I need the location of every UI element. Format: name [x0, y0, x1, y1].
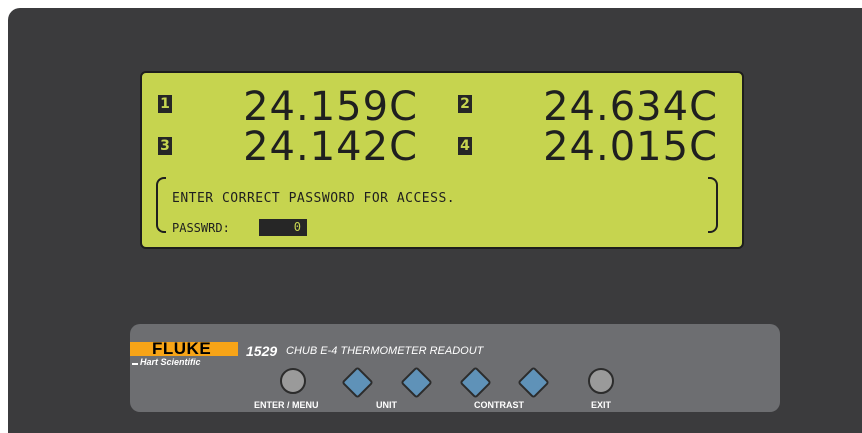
contrast-down-button[interactable]	[459, 366, 492, 399]
channel-2-reading: 24.634C	[543, 84, 718, 130]
enter-menu-button[interactable]	[280, 368, 306, 394]
channel-4-reading: 24.015C	[543, 124, 718, 170]
control-panel: FLUKE Hart Scientific 1529 CHUB E-4 THER…	[130, 324, 780, 412]
contrast-label: CONTRAST	[474, 400, 524, 410]
channel-3-reading: 24.142C	[243, 124, 418, 170]
unit-down-button[interactable]	[341, 366, 374, 399]
password-field[interactable]: 0	[259, 219, 307, 236]
status-message: ENTER CORRECT PASSWORD FOR ACCESS.	[172, 191, 456, 206]
unit-label: UNIT	[376, 400, 397, 410]
enter-menu-label: ENTER / MENU	[254, 400, 319, 410]
sub-brand-logo: Hart Scientific	[140, 357, 201, 367]
password-label: PASSWRD:	[172, 221, 230, 235]
unit-up-button[interactable]	[400, 366, 433, 399]
channel-1-reading: 24.159C	[243, 84, 418, 130]
channel-2-badge: 2	[458, 95, 472, 113]
exit-button[interactable]	[588, 368, 614, 394]
brand-logo: FLUKE	[152, 339, 212, 358]
channel-1-badge: 1	[158, 95, 172, 113]
message-bracket-left	[156, 177, 166, 233]
message-bracket-right	[708, 177, 718, 233]
thermometer-readout-device: 1 24.159C 2 24.634C 3 24.142C 4 24.015C …	[8, 8, 862, 433]
lcd-display: 1 24.159C 2 24.634C 3 24.142C 4 24.015C …	[140, 71, 744, 249]
channel-4-badge: 4	[458, 137, 472, 155]
contrast-up-button[interactable]	[517, 366, 550, 399]
model-description: CHUB E-4 THERMOMETER READOUT	[286, 345, 484, 357]
exit-label: EXIT	[591, 400, 612, 410]
model-number: 1529	[246, 343, 278, 359]
channel-3-badge: 3	[158, 137, 172, 155]
sub-brand-dash	[132, 363, 138, 365]
